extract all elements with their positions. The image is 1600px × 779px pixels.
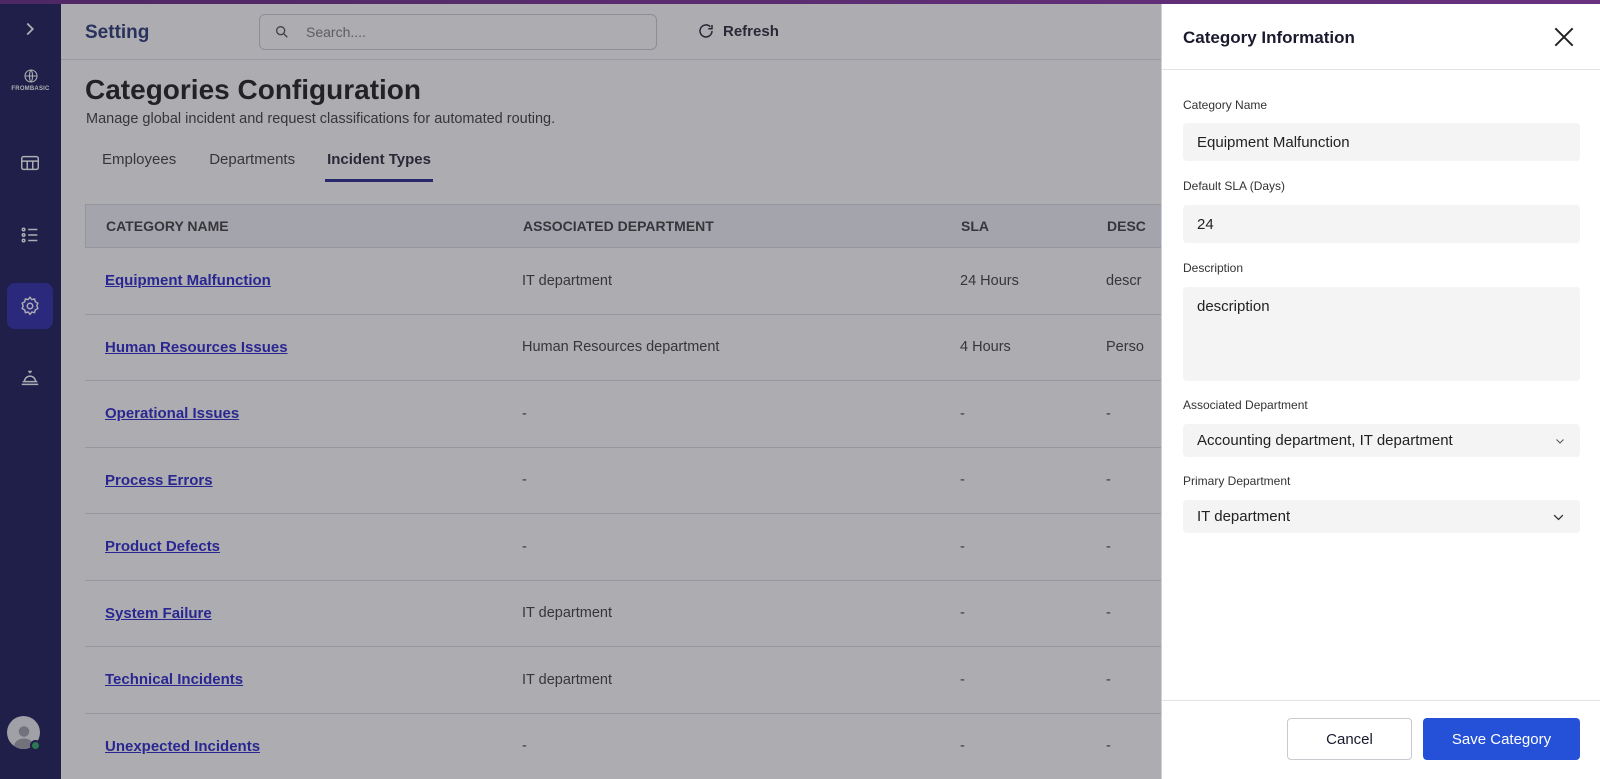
primary-department-value: IT department [1197,508,1291,525]
sla-field[interactable]: 24 [1183,205,1580,243]
associated-department-value: Accounting department, IT department [1197,432,1453,449]
primary-department-label: Primary Department [1183,474,1291,488]
primary-department-select[interactable]: IT department [1183,500,1580,533]
drawer-title: Category Information [1183,28,1355,47]
category-name-field[interactable]: Equipment Malfunction [1183,123,1580,161]
close-icon[interactable] [1551,24,1577,50]
drawer-header: Category Information [1162,4,1600,70]
cancel-button[interactable]: Cancel [1287,718,1412,760]
chevron-down-icon [1556,438,1564,444]
associated-department-label: Associated Department [1183,398,1308,412]
associated-department-select[interactable]: Accounting department, IT department [1183,424,1580,457]
category-name-label: Category Name [1183,98,1268,112]
description-label: Description [1183,261,1244,275]
description-textarea[interactable]: description [1183,287,1580,381]
save-category-button[interactable]: Save Category [1423,718,1580,760]
sla-label: Default SLA (Days) [1183,179,1286,193]
chevron-down-icon [1553,514,1564,520]
drawer-footer: Cancel Save Category [1162,700,1600,779]
category-drawer: Category Information Category Name Equip… [1161,4,1600,779]
